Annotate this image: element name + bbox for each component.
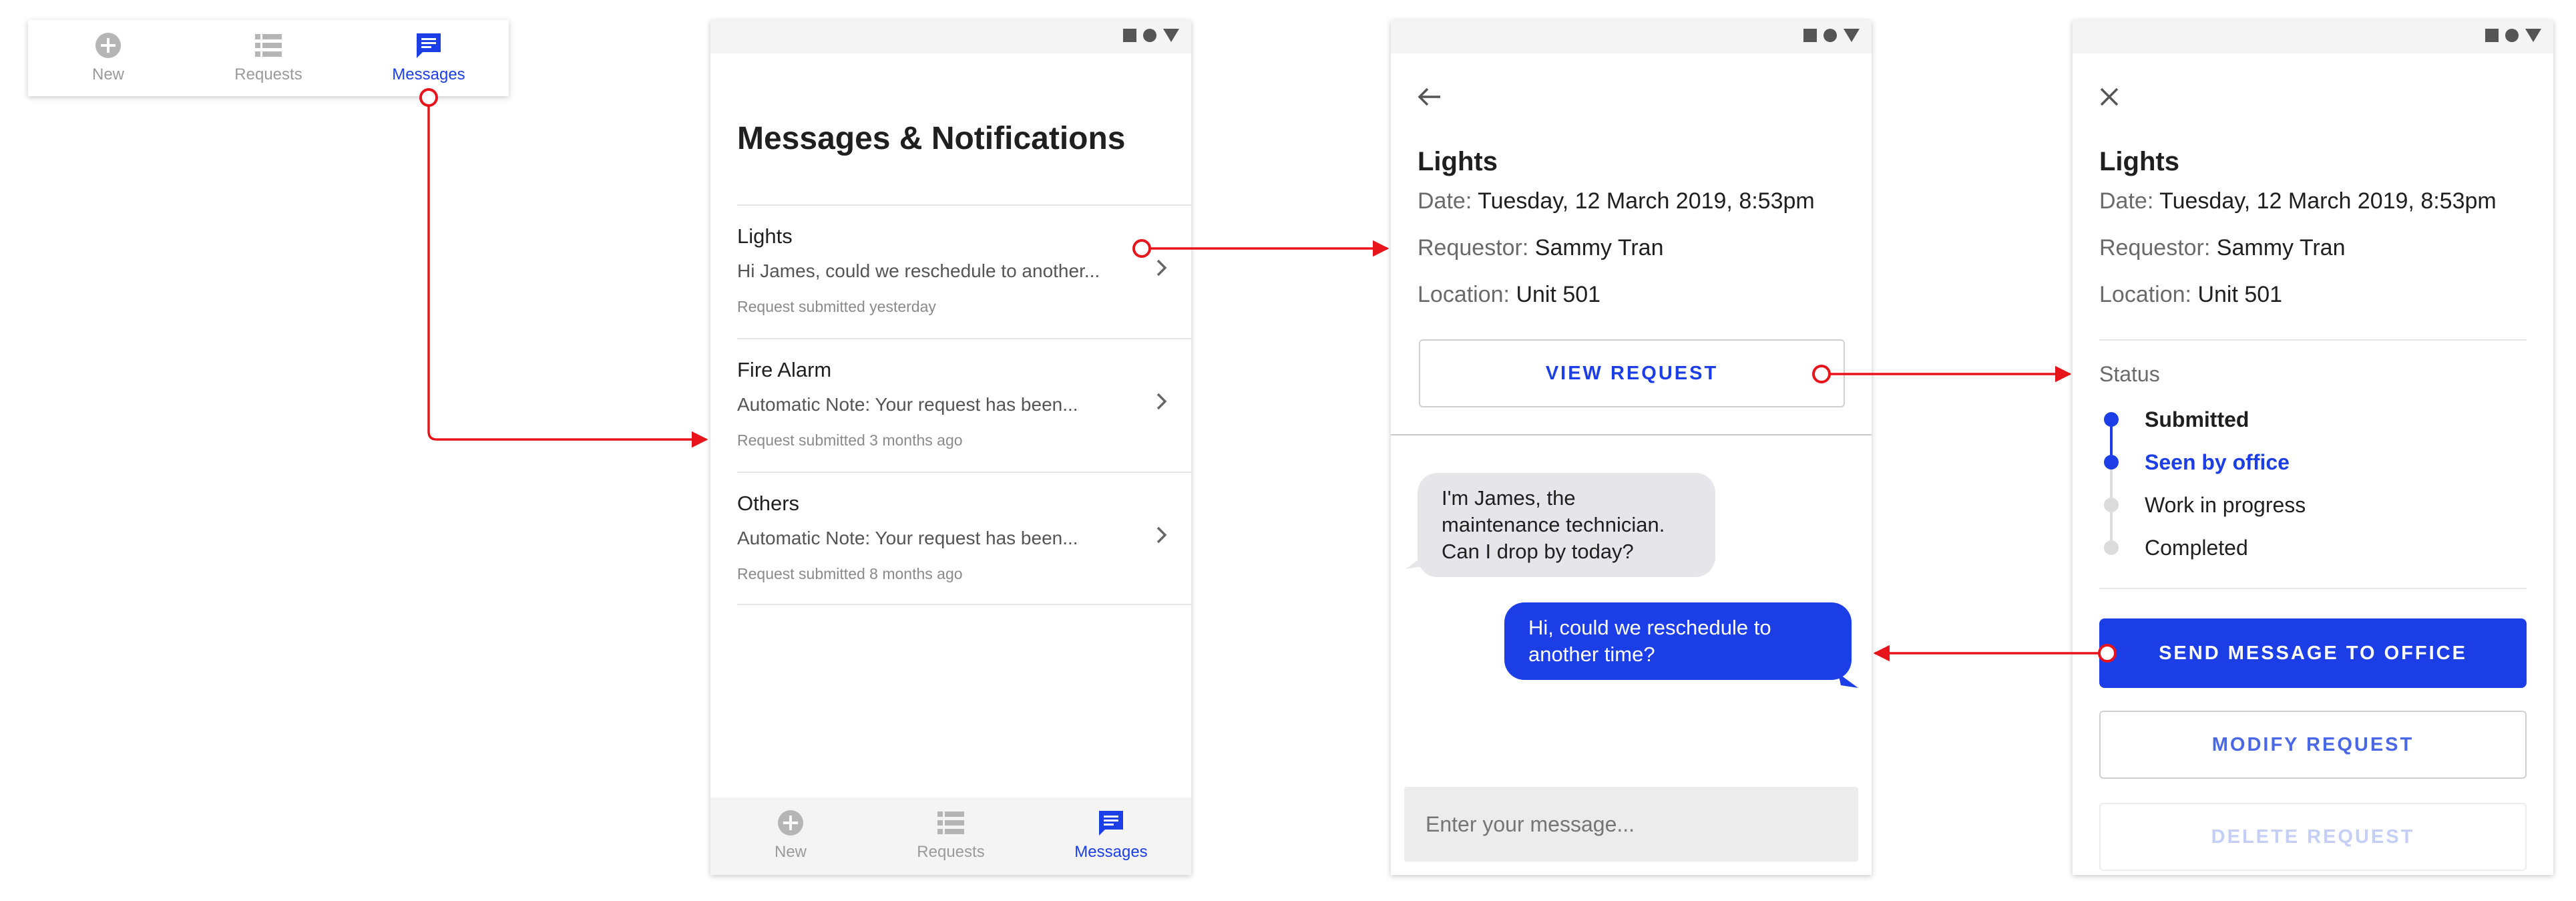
arrow-messages-tab-to-list [419, 88, 708, 448]
arrow-send-message-to-chat [1873, 644, 2117, 663]
arrow-view-request-to-detail [1812, 365, 2072, 383]
flow-arrows [419, 88, 2117, 663]
arrow-list-item-to-chat [1132, 239, 1389, 258]
